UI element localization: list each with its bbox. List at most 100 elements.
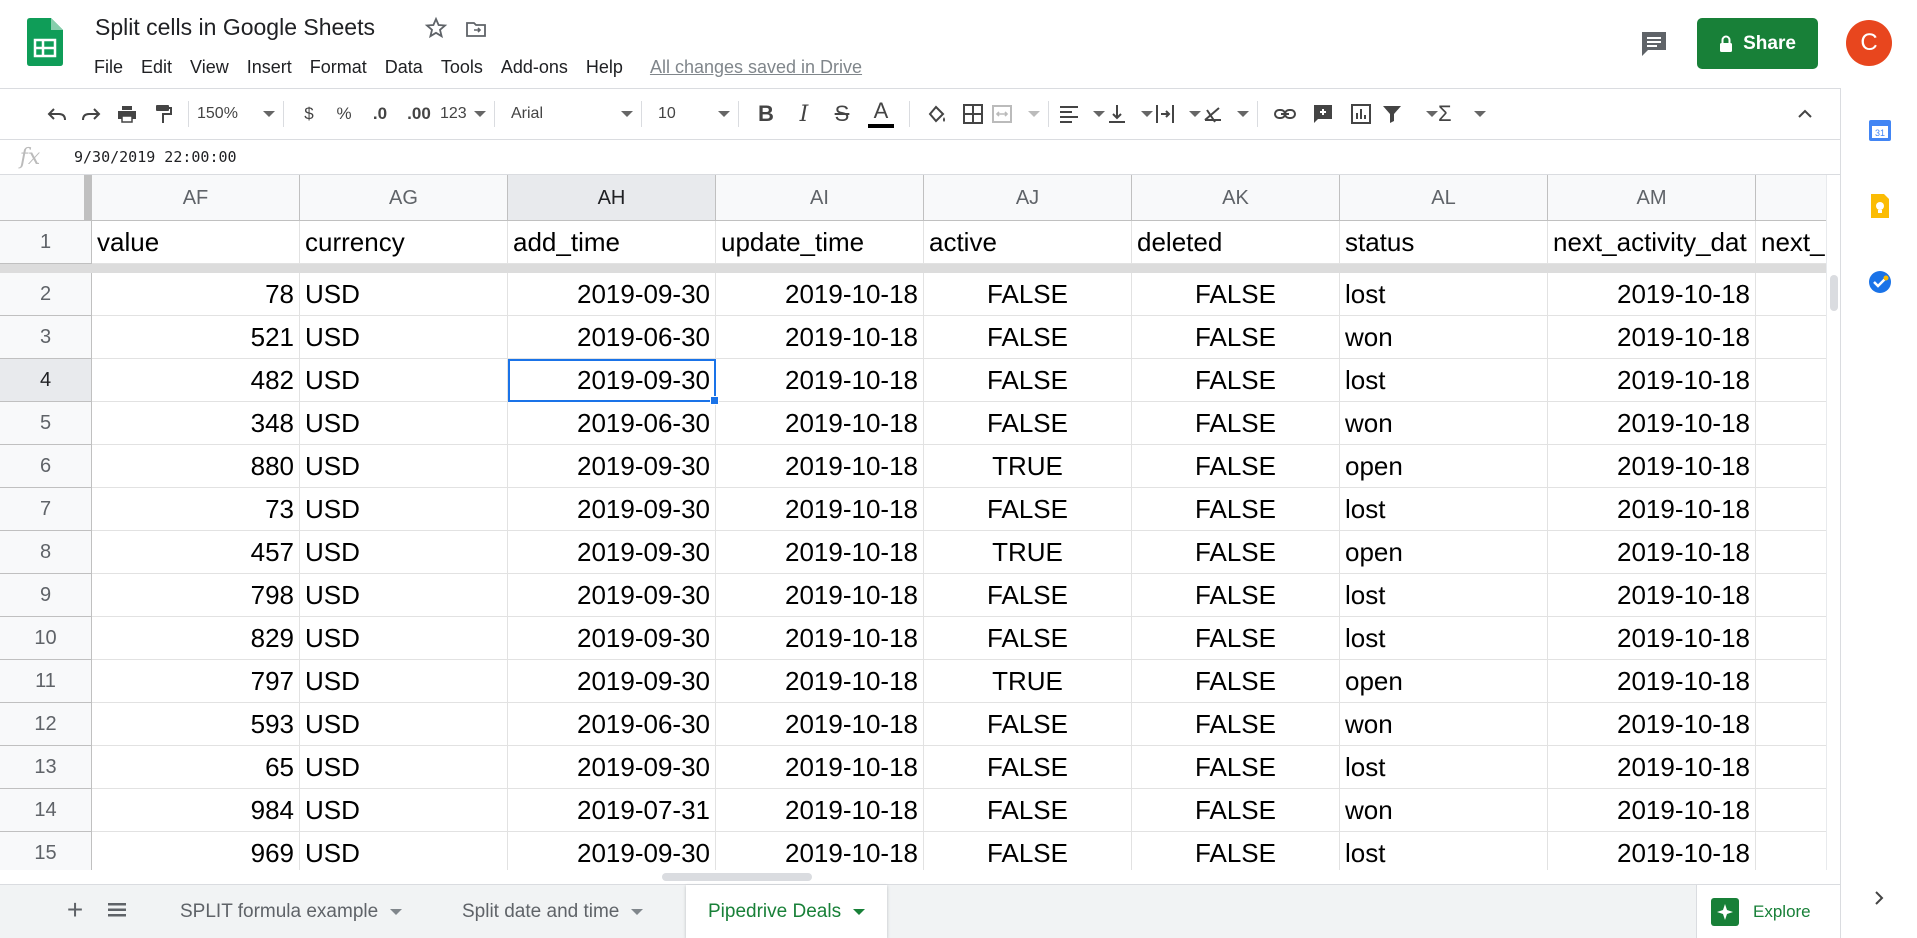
table-cell[interactable]: 2019-10-18: [1548, 402, 1756, 445]
table-cell[interactable]: 2019-10-18: [1548, 703, 1756, 746]
menu-view[interactable]: View: [181, 54, 238, 80]
table-cell[interactable]: FALSE: [924, 359, 1132, 402]
table-cell[interactable]: 2019-10-18: [1548, 488, 1756, 531]
table-cell[interactable]: USD: [300, 660, 508, 703]
table-cell[interactable]: 829: [92, 617, 300, 660]
wrap-icon[interactable]: [1153, 96, 1201, 132]
table-cell[interactable]: lost: [1340, 617, 1548, 660]
more-formats-select[interactable]: 123: [440, 96, 486, 132]
comment-history-icon[interactable]: [1638, 28, 1670, 60]
table-cell[interactable]: FALSE: [1132, 445, 1340, 488]
table-cell[interactable]: [1756, 574, 1826, 617]
text-color-button[interactable]: A: [861, 96, 901, 132]
row-header[interactable]: 1: [0, 221, 92, 264]
menu-data[interactable]: Data: [376, 54, 432, 80]
table-cell[interactable]: 65: [92, 746, 300, 789]
table-cell[interactable]: [1756, 531, 1826, 574]
table-cell[interactable]: FALSE: [924, 746, 1132, 789]
menu-addons[interactable]: Add-ons: [492, 54, 577, 80]
freeze-row-divider[interactable]: [0, 264, 1826, 273]
table-cell[interactable]: 521: [92, 316, 300, 359]
row-header[interactable]: 11: [0, 660, 92, 703]
table-cell[interactable]: 2019-10-18: [716, 316, 924, 359]
table-cell[interactable]: 2019-06-30: [508, 402, 716, 445]
active-cell[interactable]: 2019-09-30: [508, 359, 719, 405]
table-cell[interactable]: 2019-10-18: [716, 531, 924, 574]
table-cell[interactable]: won: [1340, 789, 1548, 832]
table-cell[interactable]: USD: [300, 574, 508, 617]
row-header[interactable]: 4: [0, 359, 92, 402]
decrease-decimal-button[interactable]: .0: [362, 96, 398, 132]
table-cell[interactable]: won: [1340, 316, 1548, 359]
freeze-column-handle[interactable]: [84, 175, 91, 221]
header-cell[interactable]: currency: [300, 221, 508, 264]
vertical-scrollbar[interactable]: [1826, 175, 1840, 870]
row-header[interactable]: 14: [0, 789, 92, 832]
table-cell[interactable]: [1756, 703, 1826, 746]
table-cell[interactable]: [1756, 402, 1826, 445]
functions-icon[interactable]: Σ: [1438, 96, 1486, 132]
table-cell[interactable]: 348: [92, 402, 300, 445]
increase-decimal-button[interactable]: .00: [398, 96, 440, 132]
header-cell[interactable]: deleted: [1132, 221, 1340, 264]
table-cell[interactable]: 2019-10-18: [1548, 617, 1756, 660]
table-cell[interactable]: TRUE: [924, 660, 1132, 703]
table-cell[interactable]: FALSE: [924, 789, 1132, 832]
table-cell[interactable]: USD: [300, 445, 508, 488]
table-cell[interactable]: lost: [1340, 273, 1548, 316]
table-cell[interactable]: [1756, 660, 1826, 703]
vertical-scroll-thumb[interactable]: [1830, 275, 1838, 311]
table-cell[interactable]: 2019-10-18: [1548, 445, 1756, 488]
borders-icon[interactable]: [956, 96, 990, 132]
table-cell[interactable]: 2019-07-31: [508, 789, 716, 832]
calendar-icon[interactable]: 31: [1866, 116, 1894, 144]
table-cell[interactable]: FALSE: [1132, 703, 1340, 746]
valign-icon[interactable]: [1105, 96, 1153, 132]
table-cell[interactable]: won: [1340, 703, 1548, 746]
tasks-icon[interactable]: [1866, 268, 1894, 296]
sheet-tab[interactable]: Split date and time: [440, 885, 665, 938]
formula-input[interactable]: 9/30/2019 22:00:00: [60, 148, 237, 166]
table-cell[interactable]: USD: [300, 316, 508, 359]
table-cell[interactable]: 593: [92, 703, 300, 746]
table-cell[interactable]: lost: [1340, 488, 1548, 531]
table-cell[interactable]: 2019-10-18: [716, 832, 924, 870]
select-all-corner[interactable]: [0, 175, 92, 221]
table-cell[interactable]: 797: [92, 660, 300, 703]
table-cell[interactable]: [1756, 488, 1826, 531]
table-cell[interactable]: USD: [300, 703, 508, 746]
saved-status-link[interactable]: All changes saved in Drive: [650, 57, 862, 78]
table-cell[interactable]: FALSE: [924, 574, 1132, 617]
column-header[interactable]: AI: [716, 175, 924, 221]
table-cell[interactable]: 2019-10-18: [1548, 660, 1756, 703]
table-cell[interactable]: FALSE: [1132, 789, 1340, 832]
table-cell[interactable]: 2019-10-18: [1548, 789, 1756, 832]
rotate-icon[interactable]: [1201, 96, 1249, 132]
table-cell[interactable]: 2019-10-18: [716, 660, 924, 703]
keep-icon[interactable]: [1866, 192, 1894, 220]
column-header[interactable]: AK: [1132, 175, 1340, 221]
header-cell[interactable]: next_: [1756, 221, 1826, 264]
table-cell[interactable]: 2019-10-18: [716, 574, 924, 617]
table-cell[interactable]: FALSE: [924, 273, 1132, 316]
font-family-select[interactable]: Arial: [503, 96, 633, 132]
table-cell[interactable]: 2019-09-30: [508, 531, 716, 574]
table-cell[interactable]: 2019-10-18: [1548, 273, 1756, 316]
table-cell[interactable]: 2019-10-18: [716, 617, 924, 660]
sheets-logo-icon[interactable]: [27, 18, 63, 66]
horizontal-scroll-thumb[interactable]: [662, 873, 812, 881]
table-cell[interactable]: 2019-10-18: [1548, 832, 1756, 870]
column-header-selected[interactable]: AH: [508, 175, 716, 221]
table-cell[interactable]: 482: [92, 359, 300, 402]
menu-help[interactable]: Help: [577, 54, 632, 80]
horizontal-scrollbar[interactable]: [92, 870, 1826, 884]
table-cell[interactable]: USD: [300, 746, 508, 789]
table-cell[interactable]: FALSE: [924, 316, 1132, 359]
table-cell[interactable]: 2019-09-30: [508, 488, 716, 531]
table-cell[interactable]: [1756, 746, 1826, 789]
table-cell[interactable]: FALSE: [1132, 660, 1340, 703]
table-cell[interactable]: FALSE: [1132, 574, 1340, 617]
table-cell[interactable]: 2019-09-30: [508, 746, 716, 789]
table-cell[interactable]: 2019-09-30: [508, 832, 716, 870]
table-cell[interactable]: 798: [92, 574, 300, 617]
